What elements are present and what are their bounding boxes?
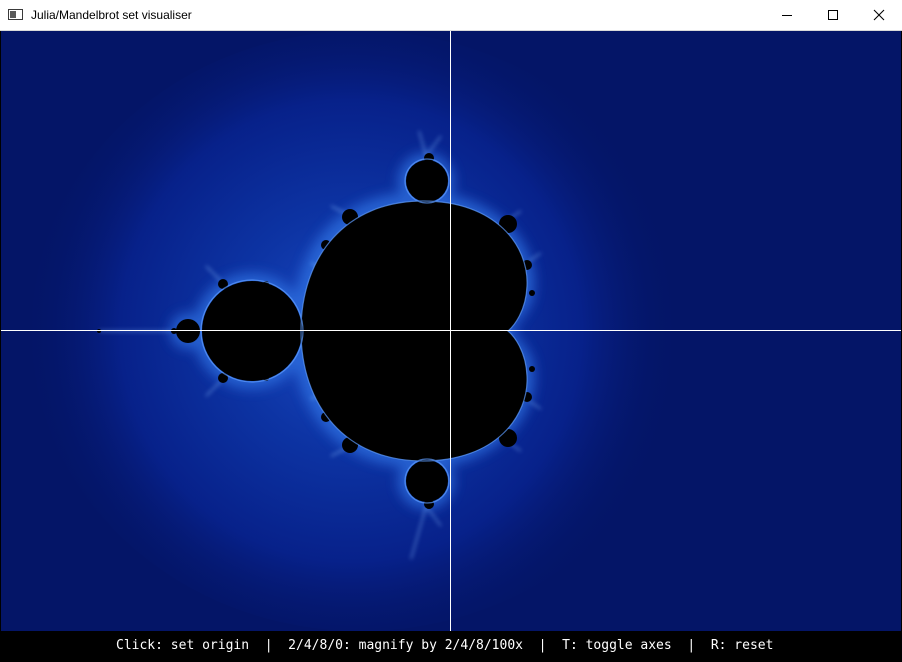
mandelbrot-render <box>1 31 901 631</box>
close-button[interactable] <box>856 0 902 30</box>
top-bulb <box>406 160 448 202</box>
app-window-icon <box>8 9 23 20</box>
window-title: Julia/Mandelbrot set visualiser <box>31 8 192 22</box>
close-icon <box>873 9 885 21</box>
help-bar: Click: set origin | 2/4/8/0: magnify by … <box>0 631 902 662</box>
maximize-icon <box>828 10 838 20</box>
minimize-icon <box>782 15 792 16</box>
title-bar[interactable]: Julia/Mandelbrot set visualiser <box>0 0 902 31</box>
maximize-button[interactable] <box>810 0 856 30</box>
minimize-button[interactable] <box>764 0 810 30</box>
app-window: Julia/Mandelbrot set visualiser Click: s… <box>0 0 902 662</box>
bottom-bulb <box>406 460 448 502</box>
fractal-canvas[interactable] <box>1 31 901 631</box>
